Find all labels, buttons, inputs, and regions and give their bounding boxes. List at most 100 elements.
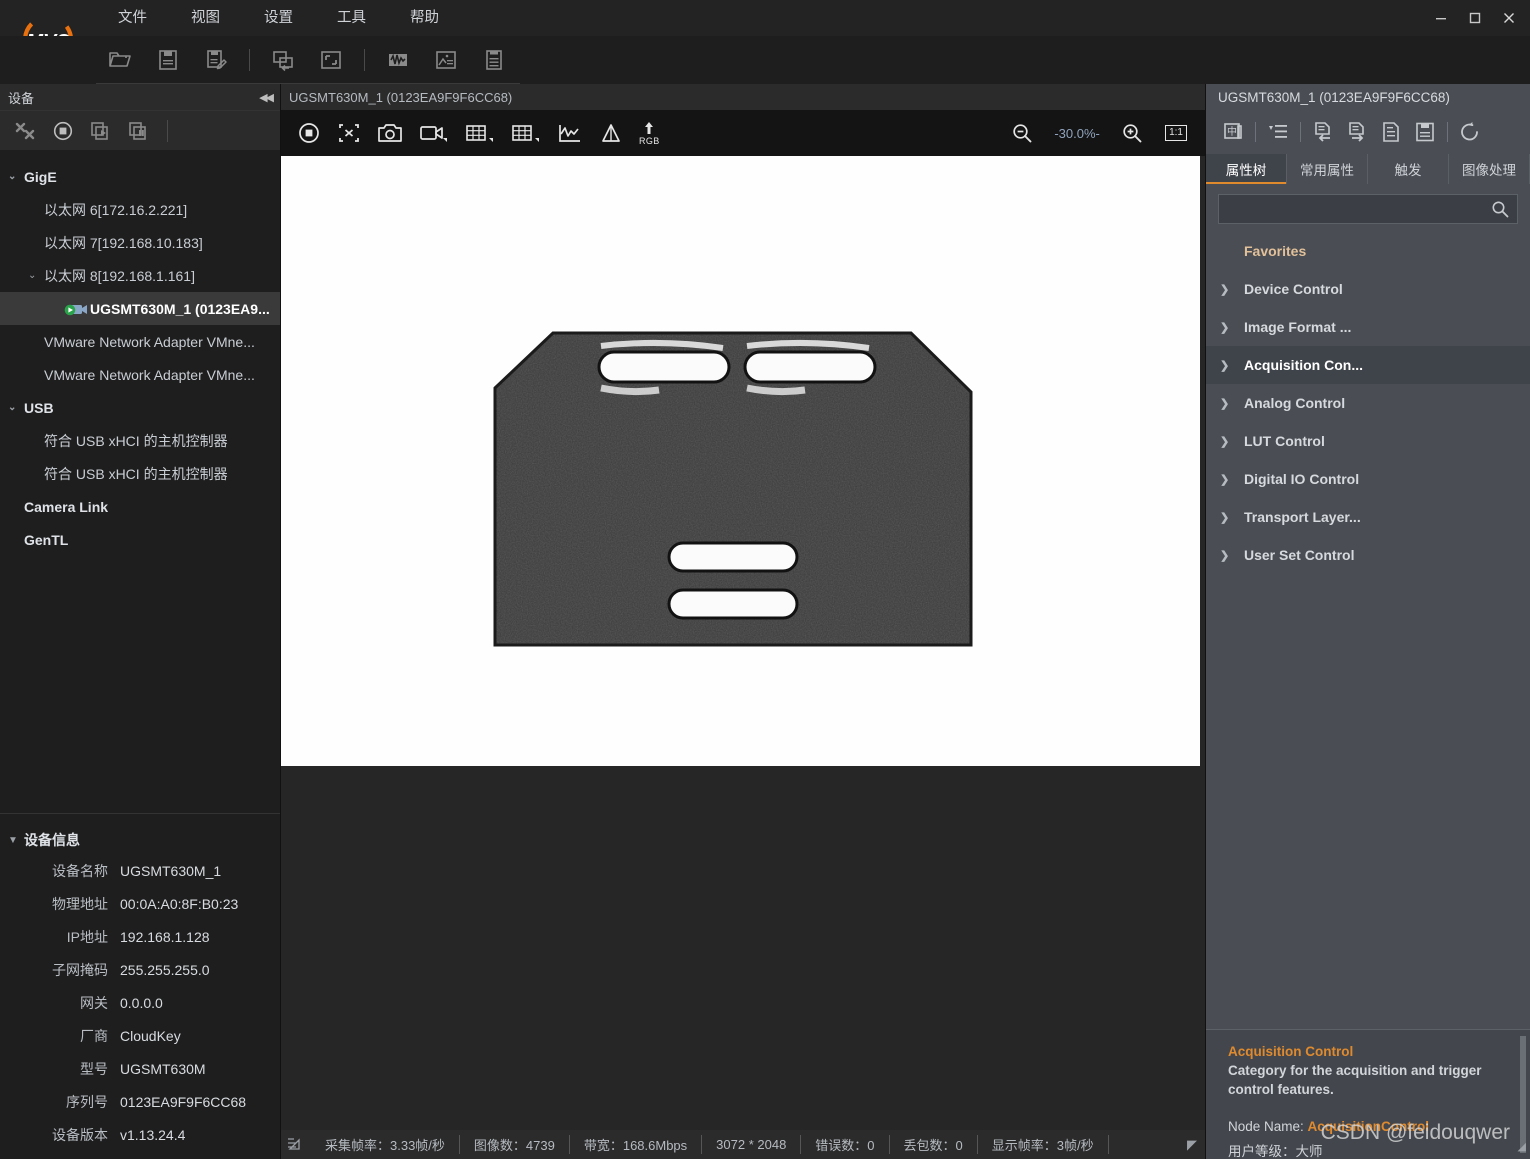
- menu-view[interactable]: 视图: [169, 0, 242, 36]
- close-button[interactable]: [1492, 3, 1526, 33]
- property-tree-item-label: Image Format ...: [1244, 319, 1352, 335]
- disconnect-device-button[interactable]: [6, 114, 44, 148]
- menu-file[interactable]: 文件: [96, 0, 169, 36]
- export-file-button[interactable]: [1374, 115, 1408, 149]
- resize-grip-icon[interactable]: ◤: [1187, 1137, 1197, 1153]
- property-tree-item[interactable]: ❯ Digital IO Control: [1206, 460, 1530, 498]
- histogram-icon: [559, 125, 580, 142]
- histogram-button[interactable]: [549, 114, 591, 152]
- chevron-right-icon[interactable]: ❯: [1220, 397, 1244, 410]
- property-tree-item-label: User Set Control: [1244, 547, 1355, 563]
- device-info-value: 0.0.0.0: [120, 994, 163, 1011]
- rgb-button[interactable]: RGB: [631, 114, 668, 152]
- chevron-right-icon[interactable]: ❯: [1220, 511, 1244, 524]
- tab-property-tree[interactable]: 属性树: [1206, 154, 1287, 184]
- property-tree-item[interactable]: ❯ Transport Layer...: [1206, 498, 1530, 536]
- chevron-down-icon[interactable]: ⌄: [8, 402, 24, 413]
- chevron-right-icon[interactable]: ❯: [1220, 283, 1244, 296]
- zoom-out-button[interactable]: [1003, 114, 1041, 152]
- device-tree-item[interactable]: ⌄以太网 6[172.16.2.221]: [0, 193, 280, 226]
- image-canvas[interactable]: [281, 156, 1200, 766]
- property-tree-item[interactable]: ❯ Acquisition Con...: [1206, 346, 1530, 384]
- zoom-in-button[interactable]: [1113, 114, 1151, 152]
- chevron-right-icon[interactable]: ❯: [1220, 549, 1244, 562]
- collapse-tree-button[interactable]: [1261, 115, 1295, 149]
- device-tree-item[interactable]: ⌄VMware Network Adapter VMne...: [0, 358, 280, 391]
- status-menu-icon[interactable]: [281, 1138, 311, 1151]
- pause-all-icon: [129, 121, 146, 140]
- chevron-down-icon[interactable]: ⌄: [28, 270, 44, 281]
- grid-button[interactable]: [503, 114, 549, 152]
- tab-trigger[interactable]: 触发: [1368, 154, 1449, 184]
- actual-size-button[interactable]: 1:1: [1157, 114, 1195, 152]
- device-tree-item[interactable]: ⌄GenTL: [0, 523, 280, 556]
- save-feature-button[interactable]: [1340, 115, 1374, 149]
- minimize-button[interactable]: [1424, 3, 1458, 33]
- property-search-box[interactable]: [1218, 194, 1518, 224]
- description-title: Acquisition Control: [1228, 1044, 1354, 1059]
- property-tree-item[interactable]: ❯ LUT Control: [1206, 422, 1530, 460]
- save-as-button[interactable]: [192, 40, 240, 80]
- device-tree-item[interactable]: ⌄UGSMT630M_1 (0123EA9...: [0, 292, 280, 325]
- collapse-panel-icon[interactable]: ◀◀: [259, 91, 274, 104]
- property-search-wrap: [1206, 184, 1530, 232]
- device-tree-item[interactable]: ⌄ 以太网 8[192.168.1.161]: [0, 259, 280, 292]
- property-tree-item[interactable]: ❯ Analog Control: [1206, 384, 1530, 422]
- device-tree-item-label: Camera Link: [24, 498, 109, 515]
- device-tree-item[interactable]: ⌄符合 USB xHCI 的主机控制器: [0, 424, 280, 457]
- start-all-button[interactable]: [82, 114, 120, 148]
- device-info-key: 厂商: [80, 1027, 108, 1044]
- save-button[interactable]: [144, 40, 192, 80]
- actual-size-label: 1:1: [1165, 125, 1187, 141]
- device-tree-item[interactable]: ⌄VMware Network Adapter VMne...: [0, 325, 280, 358]
- pixel-peak-button[interactable]: [591, 114, 631, 152]
- refresh-button[interactable]: [1453, 115, 1487, 149]
- device-tree-item[interactable]: ⌄符合 USB xHCI 的主机控制器: [0, 457, 280, 490]
- property-tree-item-label: Analog Control: [1244, 395, 1346, 411]
- chevron-right-icon[interactable]: ❯: [1220, 321, 1244, 334]
- tab-common-properties[interactable]: 常用属性: [1287, 154, 1368, 184]
- chevron-right-icon[interactable]: ❯: [1220, 473, 1244, 486]
- language-toggle-button[interactable]: 中: [1216, 115, 1250, 149]
- description-resize-grip[interactable]: ◢: [1518, 1138, 1526, 1157]
- start-all-icon: [91, 121, 108, 140]
- search-icon[interactable]: [1491, 200, 1509, 218]
- fit-to-window-button[interactable]: [329, 114, 369, 152]
- menu-help[interactable]: 帮助: [388, 0, 461, 36]
- menu-tools[interactable]: 工具: [315, 0, 388, 36]
- description-scrollbar[interactable]: [1520, 1036, 1526, 1153]
- chevron-down-icon[interactable]: ⌄: [8, 171, 24, 182]
- device-tree-item[interactable]: ⌄ GigE: [0, 160, 280, 193]
- stop-acquisition-button[interactable]: [44, 114, 82, 148]
- device-tree-item[interactable]: ⌄ USB: [0, 391, 280, 424]
- waveform-button[interactable]: [374, 40, 422, 80]
- menu-settings[interactable]: 设置: [242, 0, 315, 36]
- pause-all-button[interactable]: [120, 114, 158, 148]
- stop-grab-button[interactable]: [289, 114, 329, 152]
- image-viewport[interactable]: [281, 156, 1205, 1130]
- device-tree-item[interactable]: ⌄Camera Link: [0, 490, 280, 523]
- save-file-button[interactable]: [1408, 115, 1442, 149]
- image-info-button[interactable]: [422, 40, 470, 80]
- chevron-right-icon[interactable]: ❯: [1220, 359, 1244, 372]
- property-tree-item[interactable]: ❯ Image Format ...: [1206, 308, 1530, 346]
- property-tree-item[interactable]: ❯Favorites: [1206, 232, 1530, 270]
- device-tree-item[interactable]: ⌄以太网 7[192.168.10.183]: [0, 226, 280, 259]
- load-feature-button[interactable]: [1306, 115, 1340, 149]
- maximize-button[interactable]: [1458, 3, 1492, 33]
- snapshot-button[interactable]: [369, 114, 411, 152]
- zoom-out-icon: [1013, 124, 1032, 143]
- tab-image-processing[interactable]: 图像处理: [1449, 154, 1530, 184]
- record-video-button[interactable]: [411, 114, 457, 152]
- log-button[interactable]: [470, 40, 518, 80]
- property-tree-item[interactable]: ❯ User Set Control: [1206, 536, 1530, 574]
- property-tree-item[interactable]: ❯ Device Control: [1206, 270, 1530, 308]
- fullscreen-button[interactable]: [307, 40, 355, 80]
- crosshair-grid-button[interactable]: [457, 114, 503, 152]
- device-info-header[interactable]: ▼ 设备信息: [0, 826, 280, 854]
- search-input[interactable]: [1227, 201, 1491, 217]
- chevron-right-icon[interactable]: ❯: [1220, 435, 1244, 448]
- open-file-button[interactable]: [96, 40, 144, 80]
- description-body: Category for the acquisition and trigger…: [1228, 1063, 1482, 1097]
- import-config-button[interactable]: [259, 40, 307, 80]
